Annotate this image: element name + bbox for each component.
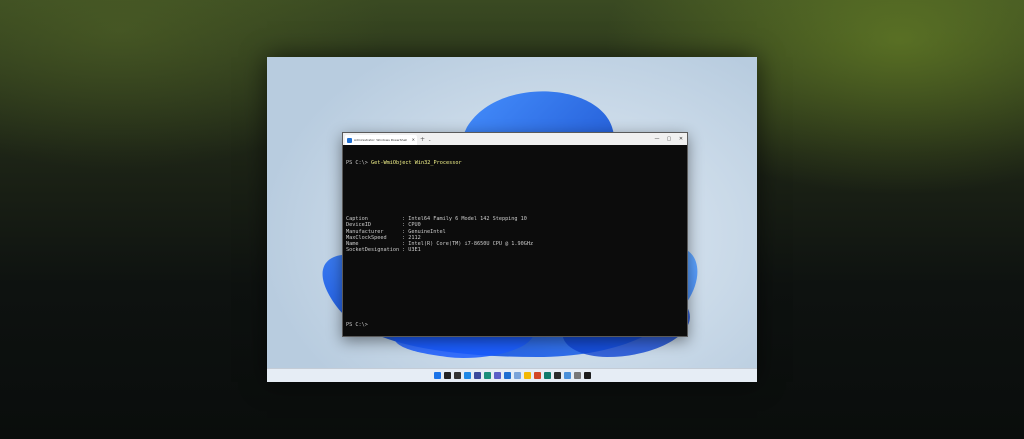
desktop: Administrator: Windows PowerShell ✕ + ⌄ …: [267, 57, 757, 382]
powerpoint-icon[interactable]: [533, 372, 541, 379]
new-tab-button[interactable]: +: [420, 135, 425, 145]
file-explorer-icon[interactable]: [523, 372, 531, 379]
tab-powershell[interactable]: Administrator: Windows PowerShell ✕: [345, 135, 417, 145]
property-row: SocketDesignation: U3E1: [346, 247, 684, 253]
terminal-active-icon[interactable]: [583, 372, 591, 379]
minimize-button[interactable]: —: [651, 133, 663, 145]
prompt: PS C:\>: [346, 160, 371, 167]
property-value: : 2112: [402, 234, 421, 241]
powershell-icon: [347, 137, 352, 143]
console-output[interactable]: PS C:\> Get-WmiObject Win32_Processor Ca…: [343, 145, 687, 343]
tab-title: Administrator: Windows PowerShell: [354, 138, 408, 142]
command-text: Get-WmiObject Win32_Processor: [371, 160, 462, 167]
edge-icon[interactable]: [483, 372, 491, 379]
taskbar: [267, 368, 757, 382]
property-list: Caption: Intel64 Family 6 Model 142 Step…: [346, 216, 684, 253]
chevron-down-icon[interactable]: ⌄: [428, 135, 431, 145]
property-name: SocketDesignation: [346, 247, 400, 254]
start-icon[interactable]: [433, 372, 441, 379]
property-value: : Intel64 Family 6 Model 142 Stepping 10: [402, 216, 527, 223]
property-value: : Intel(R) Core(TM) i7-8650U CPU @ 1.90G…: [402, 240, 534, 247]
tab-close-icon[interactable]: ✕: [412, 138, 415, 142]
terminal-window[interactable]: Administrator: Windows PowerShell ✕ + ⌄ …: [342, 132, 688, 337]
task-view-icon[interactable]: [453, 372, 461, 379]
vscode-icon[interactable]: [503, 372, 511, 379]
property-value: : U3E1: [402, 247, 421, 254]
command-line: PS C:\> Get-WmiObject Win32_Processor: [346, 160, 684, 166]
property-value: : CPU0: [402, 222, 421, 229]
widgets-icon[interactable]: [463, 372, 471, 379]
prompt-line: PS C:\>: [346, 321, 368, 328]
notepad-icon[interactable]: [513, 372, 521, 379]
window-controls: — ▢ ✕: [651, 133, 687, 145]
property-value: : GenuineIntel: [402, 228, 446, 235]
edge-dev-icon[interactable]: [543, 372, 551, 379]
phone-icon[interactable]: [563, 372, 571, 379]
terminal-titlebar[interactable]: Administrator: Windows PowerShell ✕ + ⌄ …: [343, 133, 687, 145]
search-icon[interactable]: [443, 372, 451, 379]
settings-icon[interactable]: [573, 372, 581, 379]
maximize-button[interactable]: ▢: [663, 133, 675, 145]
chat-icon[interactable]: [493, 372, 501, 379]
store-icon[interactable]: [473, 372, 481, 379]
terminal-icon[interactable]: [553, 372, 561, 379]
close-button[interactable]: ✕: [675, 133, 687, 145]
